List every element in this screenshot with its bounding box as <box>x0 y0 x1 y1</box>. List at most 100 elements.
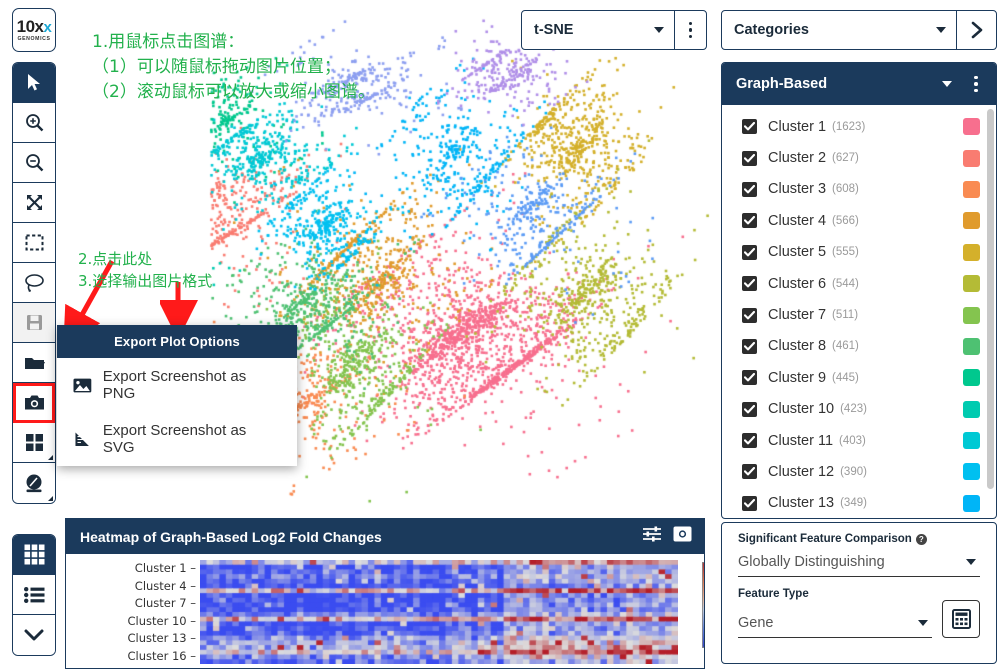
kebab-dot <box>974 75 978 80</box>
cluster-color-swatch[interactable] <box>963 149 980 167</box>
cluster-list[interactable]: Cluster 1 (1623) Cluster 2 (627) Cluster 3 (6… <box>722 105 996 518</box>
cluster-row[interactable]: Cluster 7 (511) <box>722 299 996 330</box>
cluster-checkbox[interactable] <box>742 338 757 354</box>
logo-name: 10x <box>16 17 44 36</box>
layout-tool[interactable] <box>13 423 55 463</box>
projection-value: t-SNE <box>534 22 574 38</box>
cluster-row[interactable]: Cluster 11 (403) <box>722 425 996 456</box>
heatmap-header: Heatmap of Graph-Based Log2 Fold Changes <box>66 519 704 554</box>
cluster-color-swatch[interactable] <box>963 275 980 293</box>
kebab-dot <box>688 28 693 32</box>
cluster-color-swatch[interactable] <box>963 118 980 136</box>
cluster-checkbox[interactable] <box>742 119 757 135</box>
screenshot-tool[interactable] <box>13 383 55 423</box>
zoom-out-tool[interactable] <box>13 143 55 183</box>
cluster-row[interactable]: Cluster 4 (566) <box>722 205 996 236</box>
cluster-row[interactable]: Cluster 12 (390) <box>722 456 996 487</box>
calculate-button[interactable] <box>942 600 980 638</box>
cluster-row[interactable]: Cluster 8 (461) <box>722 331 996 362</box>
cluster-count: (445) <box>832 371 859 384</box>
chevron-down-icon[interactable] <box>942 81 952 87</box>
collapse-tool[interactable] <box>13 615 55 655</box>
list-icon <box>23 586 44 603</box>
heatmap-settings-button[interactable] <box>643 526 661 547</box>
cluster-color-swatch[interactable] <box>963 400 980 418</box>
export-png-item[interactable]: Export Screenshot as PNG <box>57 358 297 412</box>
comparison-select[interactable]: Globally Distinguishing <box>738 547 980 577</box>
10x-genomics-logo[interactable]: 10x x GENOMICS <box>12 8 56 52</box>
chevron-down-icon[interactable] <box>654 27 664 33</box>
cluster-color-swatch[interactable] <box>963 463 980 481</box>
cluster-color-swatch[interactable] <box>963 337 980 355</box>
cluster-row[interactable]: Cluster 9 (445) <box>722 362 996 393</box>
cluster-checkbox[interactable] <box>742 213 757 229</box>
table-view-tool[interactable] <box>13 535 55 575</box>
feature-comparison-controls: Significant Feature Comparison ? Globall… <box>721 522 997 664</box>
cluster-row[interactable]: Cluster 6 (544) <box>722 268 996 299</box>
cluster-row[interactable]: Cluster 10 (423) <box>722 394 996 425</box>
cluster-count: (627) <box>832 152 859 165</box>
open-tool[interactable] <box>13 343 55 383</box>
list-view-tool[interactable] <box>13 575 55 615</box>
resize-corner <box>48 455 53 460</box>
heatmap-row-label: Cluster 7 – <box>134 596 196 610</box>
camera-icon <box>24 395 44 410</box>
cluster-checkbox[interactable] <box>742 276 757 292</box>
cluster-color-swatch[interactable] <box>963 180 980 198</box>
folder-icon <box>24 357 45 369</box>
chevron-down-icon[interactable] <box>936 27 946 33</box>
chevron-down-icon[interactable] <box>966 558 976 565</box>
feature-type-select[interactable]: Gene <box>738 608 932 638</box>
cluster-checkbox[interactable] <box>742 244 757 260</box>
panel-menu-button[interactable] <box>966 63 986 105</box>
lasso-select-tool[interactable] <box>13 263 55 303</box>
zoom-in-icon <box>25 114 43 132</box>
zoom-in-tool[interactable] <box>13 103 55 143</box>
cluster-row[interactable]: Cluster 5 (555) <box>722 237 996 268</box>
cluster-checkbox[interactable] <box>742 464 757 480</box>
export-svg-item[interactable]: Export Screenshot as SVG <box>57 412 297 466</box>
save-tool[interactable] <box>13 303 55 343</box>
camera-icon <box>673 526 692 542</box>
cluster-row[interactable]: Cluster 13 (349) <box>722 488 996 518</box>
cluster-row[interactable]: Cluster 1 (1623) <box>722 111 996 142</box>
cluster-checkbox[interactable] <box>742 370 757 386</box>
heatmap-grid[interactable] <box>200 560 678 664</box>
cluster-color-swatch[interactable] <box>963 212 980 230</box>
category-expand-button[interactable] <box>956 11 996 49</box>
zoom-out-icon <box>25 154 43 172</box>
expand-tool[interactable] <box>13 183 55 223</box>
cluster-label: Cluster 8 <box>768 338 827 355</box>
cluster-color-swatch[interactable] <box>963 306 980 324</box>
cluster-checkbox[interactable] <box>742 401 757 417</box>
projection-menu-button[interactable] <box>674 11 706 49</box>
check-icon <box>744 341 755 351</box>
resize-corner <box>48 496 53 501</box>
cluster-color-swatch[interactable] <box>963 494 980 512</box>
cluster-count: (423) <box>840 403 867 416</box>
cluster-checkbox[interactable] <box>742 150 757 166</box>
comparison-label-text: Significant Feature Comparison <box>738 533 912 545</box>
chevron-down-icon[interactable] <box>918 619 928 626</box>
check-icon <box>744 216 755 225</box>
box-select-tool[interactable] <box>13 223 55 263</box>
cluster-row[interactable]: Cluster 3 (608) <box>722 174 996 205</box>
cluster-color-swatch[interactable] <box>963 243 980 261</box>
cluster-color-swatch[interactable] <box>963 369 980 387</box>
cluster-checkbox[interactable] <box>742 181 757 197</box>
cluster-checkbox[interactable] <box>742 433 757 449</box>
grid-nine-icon <box>24 544 44 565</box>
cluster-count: (1623) <box>832 120 866 133</box>
help-icon[interactable]: ? <box>915 533 927 545</box>
cluster-checkbox[interactable] <box>742 307 757 323</box>
cluster-checkbox[interactable] <box>742 495 757 511</box>
projection-select[interactable]: t-SNE <box>521 10 707 50</box>
heatmap-screenshot-button[interactable] <box>673 526 692 547</box>
cluster-list-scrollbar[interactable] <box>987 109 994 489</box>
cluster-color-swatch[interactable] <box>963 432 980 450</box>
annotate-tool[interactable] <box>13 463 55 503</box>
cluster-row[interactable]: Cluster 2 (627) <box>722 142 996 173</box>
pointer-tool[interactable] <box>13 63 55 103</box>
chevron-right-icon <box>971 21 982 39</box>
category-select[interactable]: Categories <box>721 10 997 50</box>
